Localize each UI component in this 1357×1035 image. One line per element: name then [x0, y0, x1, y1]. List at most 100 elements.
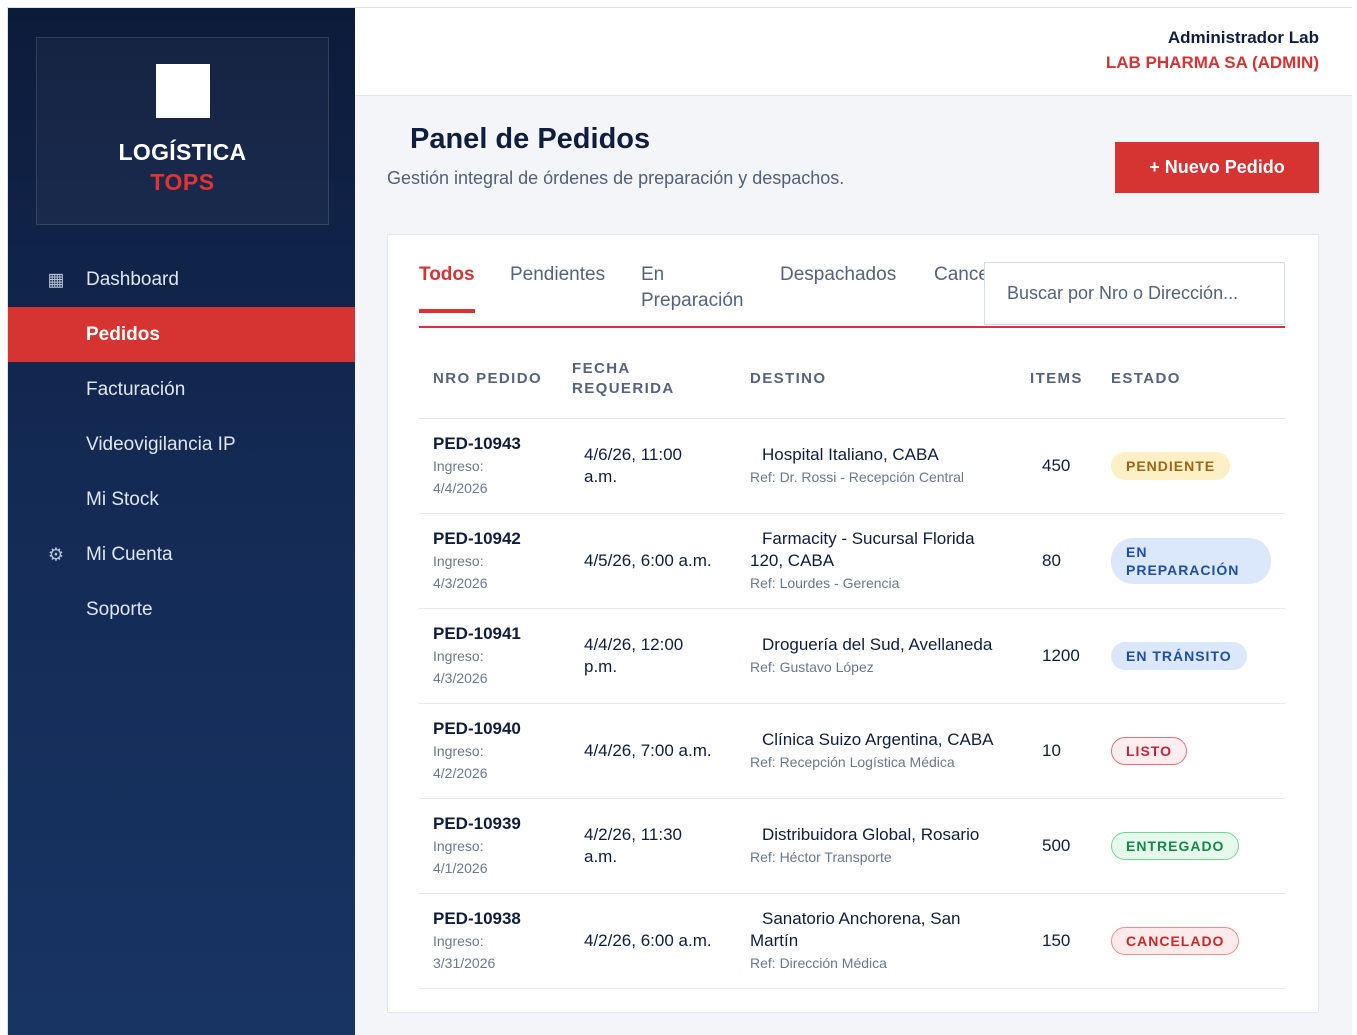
table-row[interactable]: PED-10943 Ingreso: 4/4/2026 4/6/26, 11:0… — [419, 418, 1285, 514]
destino-name: Droguería del Sud, Avellaneda — [762, 634, 993, 654]
new-order-button[interactable]: + Nuevo Pedido — [1115, 142, 1319, 193]
items-count: 1200 — [1042, 645, 1080, 665]
destino-name: Distribuidora Global, Rosario — [762, 824, 980, 844]
status-badge: EN PREPARACIÓN — [1111, 537, 1271, 584]
sidebar-item-pedidos[interactable]: Pedidos — [8, 307, 355, 362]
table-row[interactable]: PED-10939 Ingreso: 4/1/2026 4/2/26, 11:3… — [419, 798, 1285, 894]
user-name[interactable]: Administrador Lab — [1168, 28, 1319, 48]
order-ingreso-label: Ingreso: — [433, 457, 484, 474]
table-row[interactable]: PED-10938 Ingreso: 3/31/2026 4/2/26, 6:0… — [419, 893, 1285, 989]
destino-ref: Ref: Recepción Logística Médica — [750, 753, 955, 770]
status-badge: LISTO — [1111, 736, 1187, 765]
order-id[interactable]: PED-10943 — [433, 433, 558, 455]
brand-block: LOGÍSTICA TOPS — [36, 37, 329, 225]
table-header-row: NRO PEDIDO FECHA REQUERIDA DESTINO ITEMS… — [419, 340, 1285, 419]
items-count: 500 — [1042, 835, 1071, 855]
fecha-requerida: 4/4/26, 12:00 p.m. — [584, 634, 684, 676]
tab-en-preparacion[interactable]: En Preparación — [641, 262, 761, 314]
cell-fecha: 4/6/26, 11:00 a.m. — [558, 418, 736, 514]
cell-destino: Distribuidora Global, Rosario Ref: Hécto… — [736, 798, 1016, 894]
sidebar-item-label: Soporte — [86, 598, 153, 620]
grid-icon: ▦ — [47, 269, 65, 289]
table-row[interactable]: PED-10940 Ingreso: 4/2/2026 4/4/26, 7:00… — [419, 703, 1285, 799]
tab-todos[interactable]: Todos — [419, 262, 475, 313]
app-window: LOGÍSTICA TOPS ▦ Dashboard Pedidos Factu… — [7, 7, 1352, 1035]
tab-pendientes[interactable]: Pendientes — [510, 262, 605, 288]
items-count: 150 — [1042, 930, 1071, 950]
orders-table: NRO PEDIDO FECHA REQUERIDA DESTINO ITEMS… — [419, 340, 1285, 989]
cell-items: 1200 — [1016, 608, 1097, 704]
column-header-items: ITEMS — [1016, 340, 1097, 419]
order-id[interactable]: PED-10941 — [433, 623, 558, 645]
order-ingreso-date: 4/3/2026 — [433, 574, 488, 591]
destino-ref: Ref: Lourdes - Gerencia — [750, 574, 900, 591]
destino-ref: Ref: Dirección Médica — [750, 954, 887, 971]
cell-destino: Droguería del Sud, Avellaneda Ref: Gusta… — [736, 608, 1016, 704]
sidebar-nav: ▦ Dashboard Pedidos Facturación Videovig… — [8, 252, 355, 637]
destino-name: Clínica Suizo Argentina, CABA — [762, 729, 994, 749]
cell-order: PED-10939 Ingreso: 4/1/2026 — [419, 798, 558, 894]
items-count: 80 — [1042, 550, 1061, 570]
sidebar-item-mi-cuenta[interactable]: ⚙ Mi Cuenta — [8, 527, 355, 582]
cell-items: 10 — [1016, 703, 1097, 799]
page-subtitle: Gestión integral de órdenes de preparaci… — [387, 168, 845, 188]
sidebar-item-mi-stock[interactable]: Mi Stock — [8, 472, 355, 527]
cell-items: 450 — [1016, 418, 1097, 514]
status-badge: PENDIENTE — [1111, 451, 1231, 480]
cell-estado: LISTO — [1097, 703, 1285, 799]
order-ingreso-date: 4/1/2026 — [433, 859, 488, 876]
cell-items: 80 — [1016, 513, 1097, 609]
cell-destino: Sanatorio Anchorena, San Martín Ref: Dir… — [736, 893, 1016, 989]
cell-estado: EN PREPARACIÓN — [1097, 513, 1285, 609]
brand-name: LOGÍSTICA — [118, 139, 247, 165]
sidebar-item-dashboard[interactable]: ▦ Dashboard — [8, 252, 355, 307]
table-row[interactable]: PED-10941 Ingreso: 4/3/2026 4/4/26, 12:0… — [419, 608, 1285, 704]
fecha-requerida: 4/5/26, 6:00 a.m. — [584, 550, 712, 570]
gear-icon: ⚙ — [47, 544, 65, 564]
cell-items: 500 — [1016, 798, 1097, 894]
sidebar-item-videovigilancia[interactable]: Videovigilancia IP — [8, 417, 355, 472]
cell-order: PED-10942 Ingreso: 4/3/2026 — [419, 513, 558, 609]
top-bar: Administrador Lab LAB PHARMA SA (ADMIN) — [355, 8, 1352, 96]
cell-order: PED-10938 Ingreso: 3/31/2026 — [419, 893, 558, 989]
status-badge: ENTREGADO — [1111, 831, 1240, 860]
column-header-fecha: FECHA REQUERIDA — [558, 340, 736, 419]
status-badge: EN TRÁNSITO — [1111, 641, 1247, 670]
cell-fecha: 4/5/26, 6:00 a.m. — [558, 513, 736, 609]
order-id[interactable]: PED-10939 — [433, 813, 558, 835]
column-header-estado: ESTADO — [1097, 340, 1285, 419]
order-id[interactable]: PED-10942 — [433, 528, 558, 550]
order-id[interactable]: PED-10940 — [433, 718, 558, 740]
column-header-nro-pedido: NRO PEDIDO — [419, 340, 558, 419]
cell-fecha: 4/2/26, 11:30 a.m. — [558, 798, 736, 894]
cell-items: 150 — [1016, 893, 1097, 989]
order-ingreso-date: 4/3/2026 — [433, 669, 488, 686]
sidebar-item-label: Mi Stock — [86, 488, 159, 510]
cell-order: PED-10940 Ingreso: 4/2/2026 — [419, 703, 558, 799]
sidebar-item-facturacion[interactable]: Facturación — [8, 362, 355, 417]
items-count: 450 — [1042, 455, 1071, 475]
sidebar-item-label: Dashboard — [86, 268, 179, 290]
sidebar-item-label: Facturación — [86, 378, 186, 400]
column-header-fecha-text: FECHA REQUERIDA — [572, 359, 675, 397]
table-row[interactable]: PED-10942 Ingreso: 4/3/2026 4/5/26, 6:00… — [419, 513, 1285, 609]
order-id[interactable]: PED-10938 — [433, 908, 558, 930]
sidebar-item-label: Pedidos — [86, 323, 160, 345]
orders-card: Todos Pendientes En Preparación Despacha… — [387, 234, 1319, 1013]
destino-name: Farmacity - Sucursal Florida 120, CABA — [750, 528, 975, 570]
destino-ref: Ref: Gustavo López — [750, 658, 874, 675]
order-ingreso-label: Ingreso: — [433, 932, 484, 949]
tab-despachados[interactable]: Despachados — [780, 262, 896, 288]
sidebar-item-label: Mi Cuenta — [86, 543, 173, 565]
fecha-requerida: 4/6/26, 11:00 a.m. — [584, 444, 682, 486]
cell-destino: Clínica Suizo Argentina, CABA Ref: Recep… — [736, 703, 1016, 799]
cell-fecha: 4/4/26, 12:00 p.m. — [558, 608, 736, 704]
destino-ref: Ref: Dr. Rossi - Recepción Central — [750, 468, 964, 485]
page-title: Panel de Pedidos — [410, 123, 651, 155]
fecha-requerida: 4/2/26, 6:00 a.m. — [584, 930, 712, 950]
cell-fecha: 4/2/26, 6:00 a.m. — [558, 893, 736, 989]
sidebar-item-soporte[interactable]: Soporte — [8, 582, 355, 637]
search-input[interactable] — [984, 262, 1285, 325]
order-ingreso-date: 4/2/2026 — [433, 764, 488, 781]
sidebar-item-label: Videovigilancia IP — [86, 433, 236, 455]
